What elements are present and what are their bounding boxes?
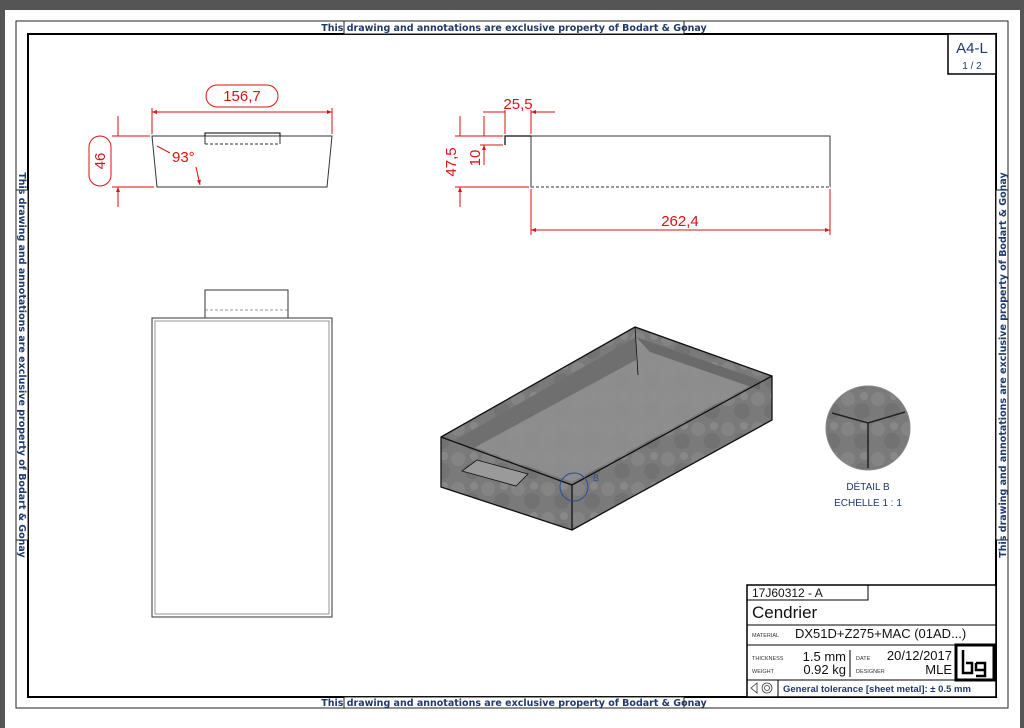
date-label: DATE [856,656,871,662]
left-banner: This drawing and annotations are exclusi… [15,172,29,558]
detail-b: DÉTAIL B ECHELLE 1 : 1 [825,385,911,509]
company-logo [954,643,996,682]
weight-label: WEIGHT [752,669,775,675]
top-view [151,289,333,618]
detail-marker-label: B [593,473,599,483]
designer-value: MLE [925,662,952,677]
dimension-flange-height: 10 [467,150,484,167]
detail-title: DÉTAIL B [846,480,890,493]
front-view: 156,7 46 93° [88,84,333,207]
date-value: 20/12/2017 [887,648,952,663]
thickness-label: THICKNESS [752,656,784,662]
dimension-flange: 25,5 [503,96,532,113]
banner-text-left: This drawing and annotations are exclusi… [16,172,27,558]
part-name: Cendrier [752,603,818,622]
sheet-format: A4-L [956,40,988,57]
material-value: DX51D+Z275+MAC (01AD...) [795,626,966,641]
technical-drawing: This drawing and annotations are exclusi… [15,20,1009,709]
weight-value: 0.92 kg [803,662,846,677]
banner-text-top: This drawing and annotations are exclusi… [321,23,707,34]
dimension-side-height: 47,5 [443,147,460,176]
title-block: 17J60312 - A Cendrier MATERIAL DX51D+Z27… [746,584,997,698]
detail-scale: ECHELLE 1 : 1 [834,498,902,509]
designer-label: DESIGNER [856,669,885,675]
side-view: 25,5 47,5 10 262,4 [443,96,831,235]
part-reference: 17J60312 - A [752,586,823,600]
general-tolerance: General tolerance [sheet metal]: ± 0.5 m… [783,684,971,695]
dimension-height: 46 [92,153,109,170]
material-label: MATERIAL [752,633,779,639]
dimension-length: 262,4 [661,213,699,230]
sheet-page: 1 / 2 [962,61,982,72]
sheet-format-box: A4-L 1 / 2 [947,33,997,75]
top-banner: This drawing and annotations are exclusi… [321,20,707,35]
banner-text-bottom: This drawing and annotations are exclusi… [321,698,707,709]
dimension-angle: 93° [172,149,195,166]
bottom-banner: This drawing and annotations are exclusi… [321,696,707,709]
isometric-view: B [440,326,773,531]
right-banner: This drawing and annotations are exclusi… [995,172,1009,558]
banner-text-right: This drawing and annotations are exclusi… [998,172,1009,558]
dimension-width: 156,7 [223,88,261,105]
